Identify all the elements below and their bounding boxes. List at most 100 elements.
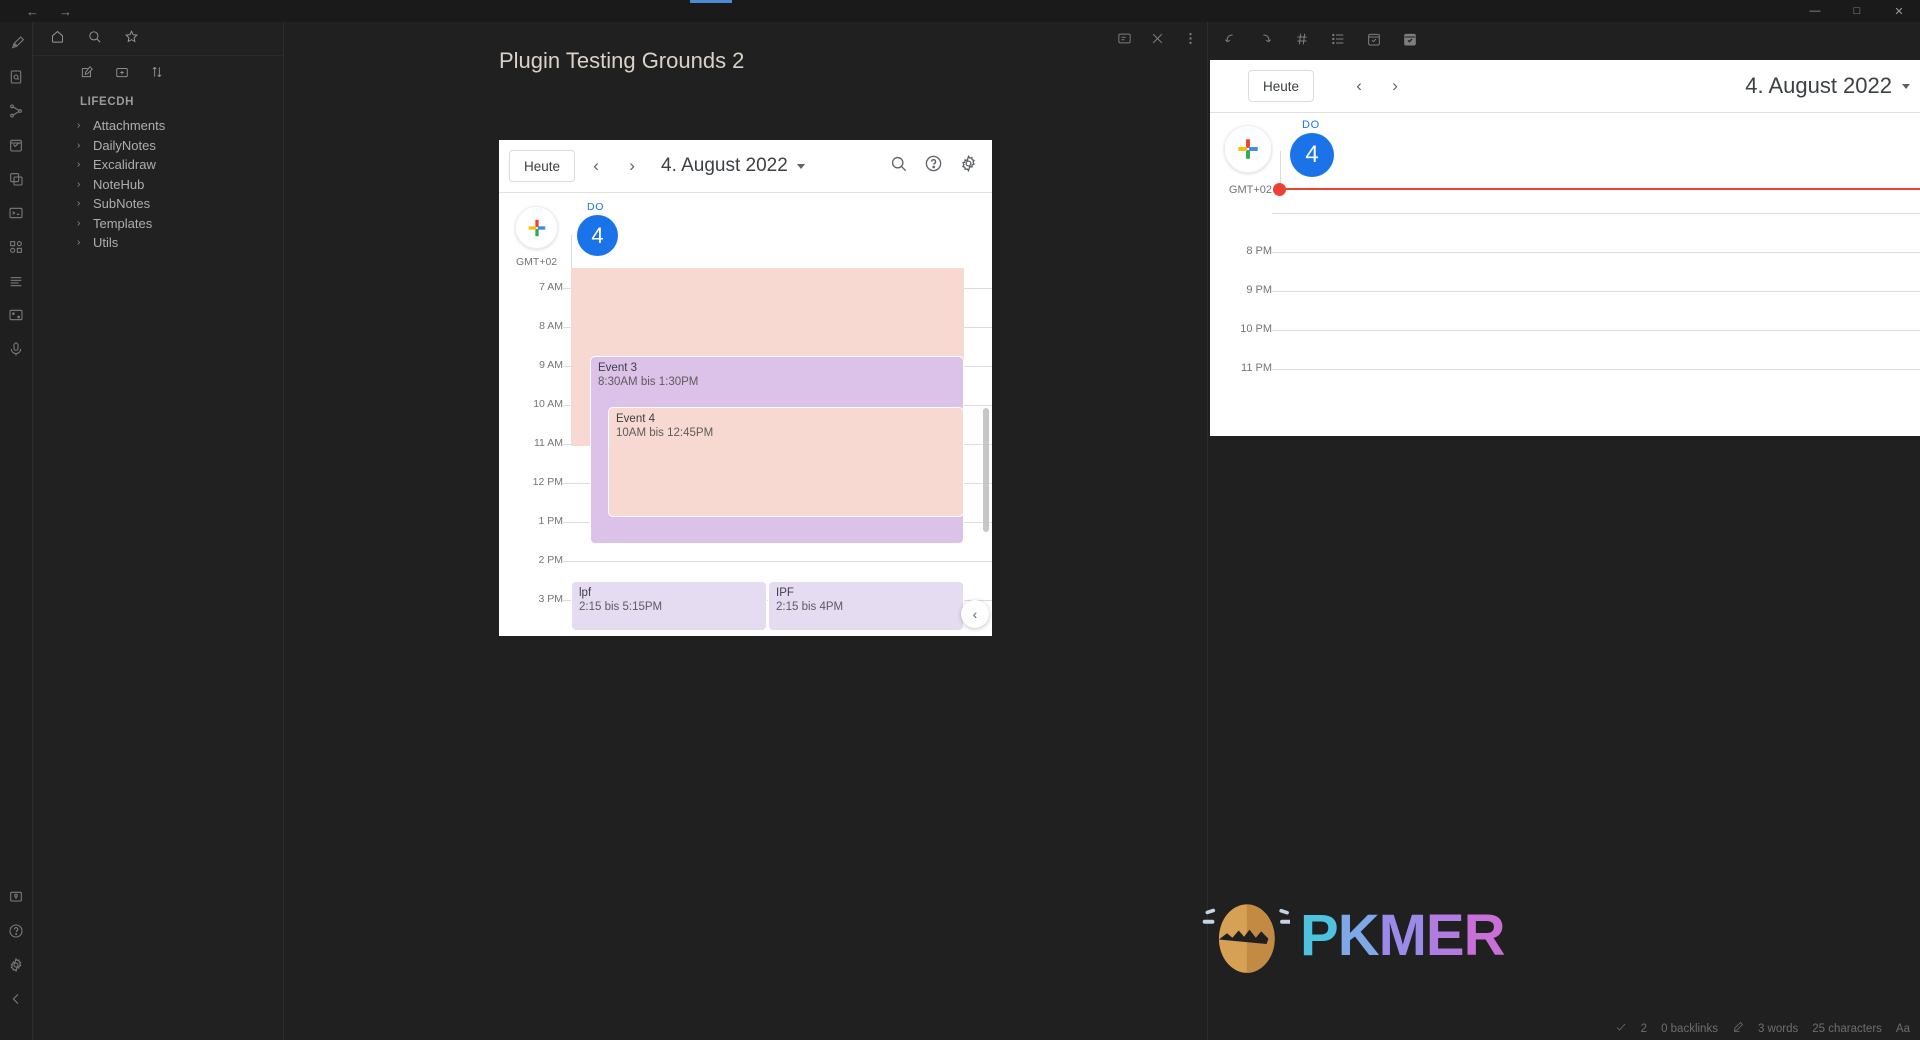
help-icon[interactable] xyxy=(3,918,29,944)
collapse-left-icon[interactable] xyxy=(3,986,29,1012)
redo-arrow-icon[interactable] xyxy=(1258,31,1274,52)
event-ipf-right[interactable]: IPF 2:15 bis 4PM xyxy=(768,581,964,631)
home-icon[interactable] xyxy=(50,29,65,49)
maximize-button[interactable]: □ xyxy=(1836,0,1878,22)
tree-item-excalidraw[interactable]: › Excalidraw xyxy=(33,155,283,175)
character-count: 25 characters xyxy=(1812,1023,1882,1035)
reading-view-icon[interactable] xyxy=(1117,31,1132,51)
right-create-event-button[interactable] xyxy=(1224,125,1272,173)
close-button[interactable]: ✕ xyxy=(1878,0,1920,22)
calendar-check-icon[interactable] xyxy=(3,132,29,158)
hour-label: 2 PM xyxy=(499,554,563,566)
watermark-letter: R xyxy=(1464,903,1505,968)
check-count: 2 xyxy=(1641,1023,1647,1035)
watermark-letter: K xyxy=(1338,903,1379,968)
pane-divider[interactable] xyxy=(1207,22,1208,1040)
star-icon[interactable] xyxy=(124,29,139,49)
right-calendar-time-grid[interactable]: GMT+02 8 PM 9 PM 10 PM 11 PM ‹ xyxy=(1210,191,1920,436)
cracked-egg-icon xyxy=(1200,890,1290,980)
new-note-icon[interactable] xyxy=(80,65,94,84)
right-next-day-button[interactable]: › xyxy=(1380,71,1410,101)
right-day-of-week-label: DO xyxy=(1302,119,1320,131)
tree-item-attachments[interactable]: ›Attachments xyxy=(33,116,283,136)
prev-day-button[interactable]: ‹ xyxy=(581,151,611,181)
help-circle-icon[interactable] xyxy=(924,154,943,178)
watermark-letter: E xyxy=(1426,903,1464,968)
create-event-button[interactable] xyxy=(515,206,558,249)
backlinks-count[interactable]: 0 backlinks xyxy=(1661,1023,1718,1035)
chevron-down-icon xyxy=(1902,84,1910,89)
chevron-right-icon: › xyxy=(77,140,86,151)
calendar-time-grid[interactable]: 7 AM 8 AM 9 AM 10 AM 11 AM 12 PM 1 PM 2 … xyxy=(499,268,992,636)
search-icon[interactable] xyxy=(87,29,102,49)
hour-label: 3 PM xyxy=(499,593,563,605)
event-title: Event 3 xyxy=(598,361,956,375)
embedded-google-calendar: Heute ‹ › 4. August 2022 xyxy=(499,140,992,636)
event-title: IPF xyxy=(776,586,956,600)
chevron-down-icon xyxy=(797,164,805,169)
today-button[interactable]: Heute xyxy=(509,150,575,182)
list-icon[interactable] xyxy=(1330,31,1346,52)
file-search-icon[interactable] xyxy=(3,64,29,90)
collapse-panel-button[interactable]: ‹ xyxy=(961,600,989,628)
copy-icon[interactable] xyxy=(3,166,29,192)
hour-label: 9 AM xyxy=(499,359,563,371)
chevron-right-icon: › xyxy=(77,218,86,229)
tree-item-dailynotes[interactable]: ›DailyNotes xyxy=(33,136,283,156)
right-prev-day-button[interactable]: ‹ xyxy=(1344,71,1374,101)
calendar-vertical-scrollbar[interactable] xyxy=(983,408,989,532)
calendar-day-header: DO 4 GMT+02 xyxy=(499,193,992,268)
chevron-right-icon: › xyxy=(77,159,86,170)
vault-icon[interactable] xyxy=(3,884,29,910)
graph-icon[interactable] xyxy=(3,98,29,124)
event-lpf-left[interactable]: lpf 2:15 bis 5:15PM xyxy=(571,581,767,631)
back-arrow-icon[interactable]: ← xyxy=(26,5,39,18)
tree-item-notehub[interactable]: ›NoteHub xyxy=(33,175,283,195)
event-time: 8:30AM bis 1:30PM xyxy=(598,375,956,389)
right-sidebar-pane: Heute ‹ › 4. August 2022 DO xyxy=(1210,22,1920,1040)
right-calendar-date-selector[interactable]: 4. August 2022 xyxy=(1745,73,1910,99)
right-day-number-badge[interactable]: 4 xyxy=(1290,133,1334,177)
settings-icon[interactable] xyxy=(3,952,29,978)
tree-item-subnotes[interactable]: ›SubNotes xyxy=(33,194,283,214)
sidebar-action-strip xyxy=(33,56,283,92)
tree-item-utils[interactable]: ›Utils xyxy=(33,233,283,253)
window-controls: — □ ✕ xyxy=(1794,0,1920,22)
next-day-button[interactable]: › xyxy=(617,151,647,181)
undo-arrow-icon[interactable] xyxy=(1222,31,1238,52)
event-time: 10AM bis 12:45PM xyxy=(616,426,956,440)
new-folder-icon[interactable] xyxy=(115,65,129,84)
search-icon[interactable] xyxy=(889,154,908,178)
minimize-button[interactable]: — xyxy=(1794,0,1836,22)
current-time-indicator-line xyxy=(1280,188,1920,190)
tree-item-templates[interactable]: ›Templates xyxy=(33,214,283,234)
right-hour-label: 9 PM xyxy=(1210,284,1272,296)
calendar-check-icon[interactable] xyxy=(1366,31,1382,52)
tree-item-label: Excalidraw xyxy=(93,157,156,172)
microphone-icon[interactable] xyxy=(3,336,29,362)
terminal-icon[interactable] xyxy=(3,200,29,226)
event-title: lpf xyxy=(579,586,759,600)
sort-icon[interactable] xyxy=(150,65,164,84)
grid-apps-icon[interactable] xyxy=(3,234,29,260)
sidebar-tab-strip xyxy=(33,22,283,56)
event-title: Event 4 xyxy=(616,412,956,426)
hash-icon[interactable] xyxy=(1294,31,1310,52)
gear-icon[interactable] xyxy=(959,154,978,178)
event-4[interactable]: Event 4 10AM bis 12:45PM xyxy=(608,407,964,517)
forward-arrow-icon[interactable]: → xyxy=(59,5,72,18)
tree-item-label: Utils xyxy=(93,235,118,250)
right-timezone-label: GMT+02 xyxy=(1210,184,1272,196)
day-number-badge[interactable]: 4 xyxy=(577,215,618,256)
font-size-control[interactable]: Aa xyxy=(1896,1023,1910,1035)
close-icon[interactable] xyxy=(1150,31,1165,51)
calendar-checked-icon[interactable] xyxy=(1402,31,1418,52)
list-lines-icon[interactable] xyxy=(3,268,29,294)
card-icon[interactable] xyxy=(3,302,29,328)
right-today-button[interactable]: Heute xyxy=(1248,70,1314,102)
folder-tree: ›Attachments ›DailyNotes › Excalidraw ›No… xyxy=(33,116,283,253)
day-column-divider xyxy=(571,235,572,268)
pen-tool-icon[interactable] xyxy=(3,30,29,56)
calendar-date-selector[interactable]: 4. August 2022 xyxy=(661,155,805,177)
more-options-icon[interactable] xyxy=(1183,31,1198,51)
